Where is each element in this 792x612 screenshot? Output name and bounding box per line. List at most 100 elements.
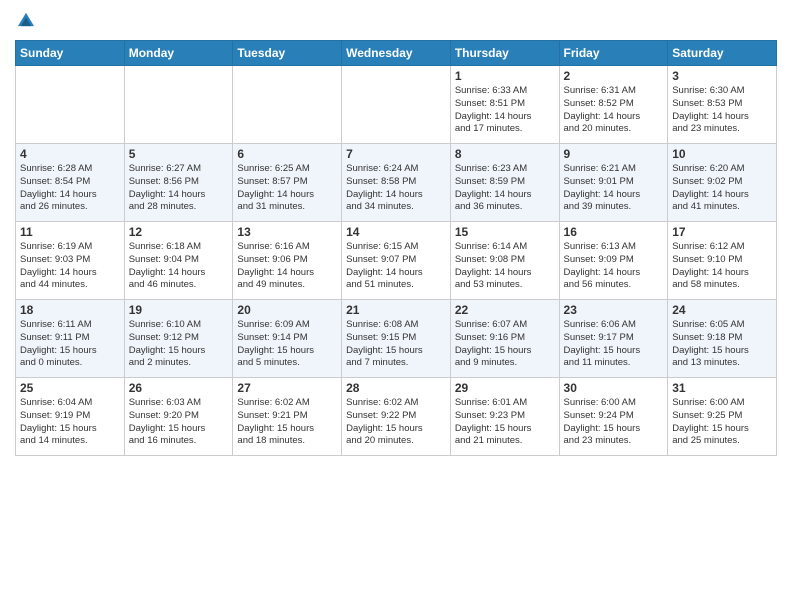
table-row: 30 Sunrise: 6:00 AM Sunset: 9:24 PM Dayli… <box>559 378 668 456</box>
day-number: 16 <box>564 225 664 239</box>
day-info: Sunrise: 6:15 AM Sunset: 9:07 PM Dayligh… <box>346 241 446 292</box>
day-info: Sunrise: 6:28 AM Sunset: 8:54 PM Dayligh… <box>20 163 120 214</box>
header <box>15 10 777 32</box>
day-info: Sunrise: 6:14 AM Sunset: 9:08 PM Dayligh… <box>455 241 555 292</box>
day-info: Sunrise: 6:25 AM Sunset: 8:57 PM Dayligh… <box>237 163 337 214</box>
day-number: 10 <box>672 147 772 161</box>
day-info: Sunrise: 6:00 AM Sunset: 9:24 PM Dayligh… <box>564 397 664 448</box>
day-number: 28 <box>346 381 446 395</box>
day-number: 11 <box>20 225 120 239</box>
day-number: 13 <box>237 225 337 239</box>
day-number: 8 <box>455 147 555 161</box>
calendar-week-row: 18Sunrise: 6:11 AM Sunset: 9:11 PM Dayli… <box>16 300 777 378</box>
day-info: Sunrise: 6:02 AM Sunset: 9:21 PM Dayligh… <box>237 397 337 448</box>
table-row: 24 Sunrise: 6:05 AM Sunset: 9:18 PM Dayli… <box>668 300 777 378</box>
day-number: 3 <box>672 69 772 83</box>
day-info: Sunrise: 6:16 AM Sunset: 9:06 PM Dayligh… <box>237 241 337 292</box>
day-number: 7 <box>346 147 446 161</box>
calendar-week-row: 25 Sunrise: 6:04 AM Sunset: 9:19 PM Dayli… <box>16 378 777 456</box>
table-row: 1 Sunrise: 6:33 AM Sunset: 8:51 PM Daylig… <box>450 66 559 144</box>
day-info: Sunrise: 6:08 AM Sunset: 9:15 PM Dayligh… <box>346 319 446 370</box>
calendar-table: Sunday Monday Tuesday Wednesday Thursday… <box>15 40 777 456</box>
table-row: 19 Sunrise: 6:10 AM Sunset: 9:12 PM Dayli… <box>124 300 233 378</box>
page: Sunday Monday Tuesday Wednesday Thursday… <box>0 0 792 612</box>
table-row: 6 Sunrise: 6:25 AM Sunset: 8:57 PM Daylig… <box>233 144 342 222</box>
table-row: 26Sunrise: 6:03 AM Sunset: 9:20 PM Dayli… <box>124 378 233 456</box>
day-number: 24 <box>672 303 772 317</box>
day-number: 31 <box>672 381 772 395</box>
day-number: 14 <box>346 225 446 239</box>
day-number: 22 <box>455 303 555 317</box>
day-info: Sunrise: 6:19 AM Sunset: 9:03 PM Dayligh… <box>20 241 120 292</box>
day-info: Sunrise: 6:13 AM Sunset: 9:09 PM Dayligh… <box>564 241 664 292</box>
day-number: 30 <box>564 381 664 395</box>
day-info: Sunrise: 6:30 AM Sunset: 8:53 PM Dayligh… <box>672 85 772 136</box>
day-info: Sunrise: 6:00 AM Sunset: 9:25 PM Dayligh… <box>672 397 772 448</box>
col-monday: Monday <box>124 41 233 66</box>
table-row: 3 Sunrise: 6:30 AM Sunset: 8:53 PM Daylig… <box>668 66 777 144</box>
day-number: 9 <box>564 147 664 161</box>
day-info: Sunrise: 6:10 AM Sunset: 9:12 PM Dayligh… <box>129 319 229 370</box>
calendar-week-row: 11 Sunrise: 6:19 AM Sunset: 9:03 PM Dayli… <box>16 222 777 300</box>
table-row: 20 Sunrise: 6:09 AM Sunset: 9:14 PM Dayli… <box>233 300 342 378</box>
day-info: Sunrise: 6:06 AM Sunset: 9:17 PM Dayligh… <box>564 319 664 370</box>
day-number: 26 <box>129 381 229 395</box>
table-row: 2 Sunrise: 6:31 AM Sunset: 8:52 PM Daylig… <box>559 66 668 144</box>
table-row: 13 Sunrise: 6:16 AM Sunset: 9:06 PM Dayli… <box>233 222 342 300</box>
day-info: Sunrise: 6:01 AM Sunset: 9:23 PM Dayligh… <box>455 397 555 448</box>
day-number: 27 <box>237 381 337 395</box>
day-number: 2 <box>564 69 664 83</box>
table-row <box>342 66 451 144</box>
day-number: 17 <box>672 225 772 239</box>
table-row: 22Sunrise: 6:07 AM Sunset: 9:16 PM Dayli… <box>450 300 559 378</box>
table-row: 28Sunrise: 6:02 AM Sunset: 9:22 PM Dayli… <box>342 378 451 456</box>
day-info: Sunrise: 6:09 AM Sunset: 9:14 PM Dayligh… <box>237 319 337 370</box>
day-info: Sunrise: 6:20 AM Sunset: 9:02 PM Dayligh… <box>672 163 772 214</box>
calendar-week-row: 1 Sunrise: 6:33 AM Sunset: 8:51 PM Daylig… <box>16 66 777 144</box>
col-thursday: Thursday <box>450 41 559 66</box>
day-info: Sunrise: 6:33 AM Sunset: 8:51 PM Dayligh… <box>455 85 555 136</box>
table-row: 29 Sunrise: 6:01 AM Sunset: 9:23 PM Dayli… <box>450 378 559 456</box>
col-friday: Friday <box>559 41 668 66</box>
table-row: 9 Sunrise: 6:21 AM Sunset: 9:01 PM Daylig… <box>559 144 668 222</box>
table-row: 23 Sunrise: 6:06 AM Sunset: 9:17 PM Dayli… <box>559 300 668 378</box>
table-row: 4 Sunrise: 6:28 AM Sunset: 8:54 PM Daylig… <box>16 144 125 222</box>
day-number: 23 <box>564 303 664 317</box>
table-row <box>233 66 342 144</box>
day-number: 1 <box>455 69 555 83</box>
table-row: 12Sunrise: 6:18 AM Sunset: 9:04 PM Dayli… <box>124 222 233 300</box>
day-info: Sunrise: 6:23 AM Sunset: 8:59 PM Dayligh… <box>455 163 555 214</box>
logo <box>15 10 41 32</box>
day-number: 29 <box>455 381 555 395</box>
day-number: 19 <box>129 303 229 317</box>
table-row: 8 Sunrise: 6:23 AM Sunset: 8:59 PM Daylig… <box>450 144 559 222</box>
table-row: 27 Sunrise: 6:02 AM Sunset: 9:21 PM Dayli… <box>233 378 342 456</box>
day-info: Sunrise: 6:04 AM Sunset: 9:19 PM Dayligh… <box>20 397 120 448</box>
day-info: Sunrise: 6:05 AM Sunset: 9:18 PM Dayligh… <box>672 319 772 370</box>
day-number: 6 <box>237 147 337 161</box>
day-info: Sunrise: 6:12 AM Sunset: 9:10 PM Dayligh… <box>672 241 772 292</box>
day-number: 5 <box>129 147 229 161</box>
table-row: 21 Sunrise: 6:08 AM Sunset: 9:15 PM Dayli… <box>342 300 451 378</box>
table-row: 10 Sunrise: 6:20 AM Sunset: 9:02 PM Dayli… <box>668 144 777 222</box>
table-row: 7Sunrise: 6:24 AM Sunset: 8:58 PM Daylig… <box>342 144 451 222</box>
day-number: 21 <box>346 303 446 317</box>
calendar-header-row: Sunday Monday Tuesday Wednesday Thursday… <box>16 41 777 66</box>
col-saturday: Saturday <box>668 41 777 66</box>
day-number: 4 <box>20 147 120 161</box>
table-row: 18Sunrise: 6:11 AM Sunset: 9:11 PM Dayli… <box>16 300 125 378</box>
day-info: Sunrise: 6:31 AM Sunset: 8:52 PM Dayligh… <box>564 85 664 136</box>
table-row <box>16 66 125 144</box>
col-tuesday: Tuesday <box>233 41 342 66</box>
table-row: 15 Sunrise: 6:14 AM Sunset: 9:08 PM Dayli… <box>450 222 559 300</box>
day-info: Sunrise: 6:27 AM Sunset: 8:56 PM Dayligh… <box>129 163 229 214</box>
table-row: 16 Sunrise: 6:13 AM Sunset: 9:09 PM Dayli… <box>559 222 668 300</box>
day-info: Sunrise: 6:21 AM Sunset: 9:01 PM Dayligh… <box>564 163 664 214</box>
table-row <box>124 66 233 144</box>
day-number: 20 <box>237 303 337 317</box>
col-sunday: Sunday <box>16 41 125 66</box>
day-number: 15 <box>455 225 555 239</box>
day-number: 25 <box>20 381 120 395</box>
table-row: 11 Sunrise: 6:19 AM Sunset: 9:03 PM Dayli… <box>16 222 125 300</box>
logo-icon <box>15 10 37 32</box>
